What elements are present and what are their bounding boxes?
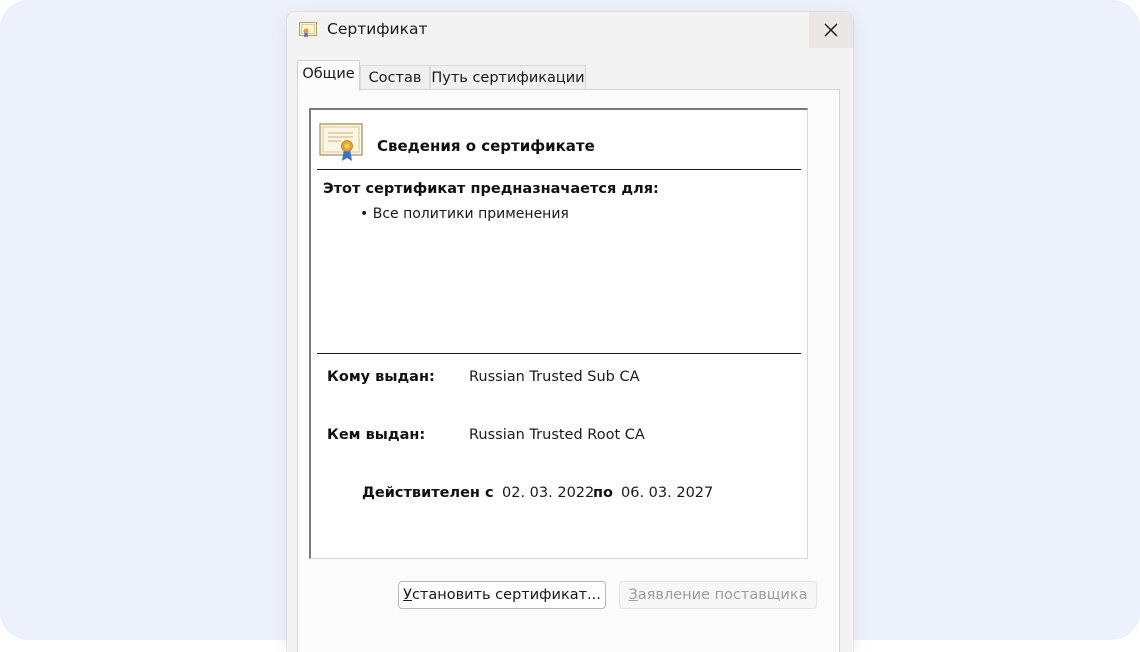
install-button-label: становить сертификат... [411, 587, 601, 603]
certificate-document-icon [319, 123, 365, 167]
close-icon [824, 23, 838, 37]
title-bar: Сертификат [287, 12, 853, 48]
purpose-heading: Этот сертификат предназначается для: [323, 181, 659, 197]
certificate-dialog: Сертификат Общие Состав Путь сертификаци… [287, 12, 853, 652]
install-certificate-button[interactable]: Установить сертификат... [398, 581, 606, 609]
close-button[interactable] [809, 12, 853, 48]
purpose-item: • Все политики применения [360, 206, 569, 222]
window-title: Сертификат [327, 20, 428, 38]
tab-general[interactable]: Общие [297, 60, 360, 91]
statement-access-key: З [628, 587, 638, 603]
issued-by-label: Кем выдан: [327, 427, 426, 443]
install-access-key: У [403, 587, 412, 603]
divider-bottom [317, 353, 801, 354]
certificate-icon [299, 22, 317, 38]
issued-by-value: Russian Trusted Root CA [469, 427, 645, 443]
divider-top [317, 169, 801, 170]
valid-to-value: 06. 03. 2027 [621, 485, 714, 501]
certificate-info-box: Сведения о сертификате Этот сертификат п… [309, 108, 808, 559]
issuer-statement-button: Заявление поставщика [619, 581, 817, 609]
valid-to-label: по [593, 485, 613, 501]
tab-details[interactable]: Состав [360, 65, 430, 89]
tab-certification-path[interactable]: Путь сертификации [430, 65, 586, 89]
issued-to-label: Кому выдан: [327, 369, 435, 385]
statement-button-label: аявление поставщика [637, 587, 808, 603]
valid-from-value: 02. 03. 2022 [502, 485, 595, 501]
valid-from-label: Действителен с [362, 485, 494, 501]
issued-to-value: Russian Trusted Sub CA [469, 369, 640, 385]
certificate-info-heading: Сведения о сертификате [377, 137, 595, 155]
